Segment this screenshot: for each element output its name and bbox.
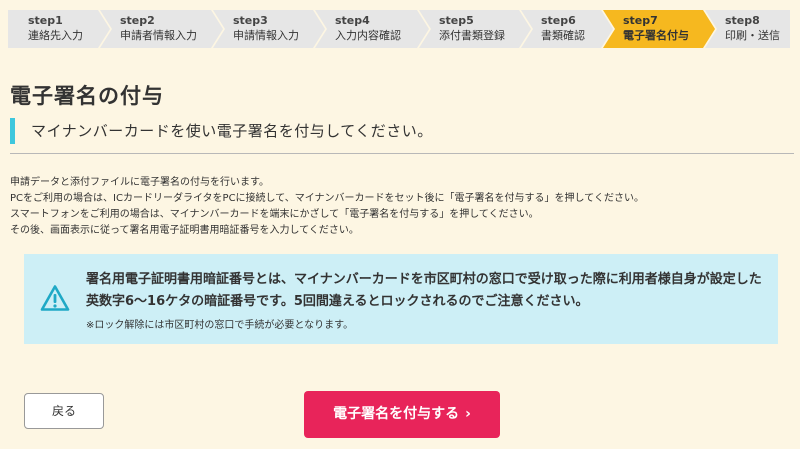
- page-title: 電子署名の付与: [10, 84, 164, 108]
- step-label: 電子署名付与: [623, 29, 689, 42]
- step-3: step3 申請情報入力: [213, 10, 327, 48]
- step-number: step4: [335, 14, 370, 27]
- step-label: 書類確認: [541, 29, 585, 42]
- step-4: step4 入力内容確認: [315, 10, 431, 48]
- step-number: step6: [541, 14, 576, 27]
- warning-icon: [40, 285, 70, 311]
- back-button[interactable]: 戻る: [24, 393, 104, 429]
- step-6: step6 書類確認: [521, 10, 615, 48]
- step-number: step3: [233, 14, 268, 27]
- page-subtitle: マイナンバーカードを使い電子署名を付与してください。: [10, 118, 433, 144]
- step-label: 印刷・送信: [725, 29, 780, 42]
- notice-main-text: 署名用電子証明書用暗証番号とは、マイナンバーカードを市区町村の窓口で受け取った際…: [86, 272, 762, 309]
- step-label: 連絡先入力: [28, 29, 83, 42]
- notice-sub-text: ※ロック解除には市区町村の窓口で手続が必要となります。: [86, 320, 354, 331]
- step-7-current: step7 電子署名付与: [603, 10, 717, 48]
- description: 申請データと添付ファイルに電子署名の付与を行います。 PCをご利用の場合は、IC…: [10, 175, 790, 239]
- step-label: 入力内容確認: [335, 29, 401, 42]
- step-number: step5: [439, 14, 474, 27]
- step-number: step2: [120, 14, 155, 27]
- step-number: step8: [725, 14, 760, 27]
- description-line: 申請データと添付ファイルに電子署名の付与を行います。: [10, 177, 269, 188]
- divider: [10, 153, 794, 154]
- step-8: step8 印刷・送信: [705, 10, 790, 48]
- step-label: 添付書類登録: [439, 29, 505, 42]
- step-1: step1 連絡先入力: [8, 10, 112, 48]
- description-line: PCをご利用の場合は、ICカードリーダライタをPCに接続して、マイナンバーカード…: [10, 193, 644, 204]
- step-5: step5 添付書類登録: [419, 10, 533, 48]
- step-label: 申請情報入力: [233, 29, 299, 42]
- step-2: step2 申請者情報入力: [100, 10, 225, 48]
- step-label: 申請者情報入力: [120, 29, 197, 42]
- step-number: step1: [28, 14, 63, 27]
- chevron-right-icon: ›: [465, 406, 471, 422]
- step-number: step7: [623, 14, 658, 27]
- description-line: スマートフォンをご利用の場合は、マイナンバーカードを端末にかざして「電子署名を付…: [10, 209, 539, 220]
- apply-signature-label: 電子署名を付与する: [333, 406, 460, 422]
- pin-notice-box: 署名用電子証明書用暗証番号とは、マイナンバーカードを市区町村の窓口で受け取った際…: [24, 254, 778, 344]
- apply-signature-button[interactable]: 電子署名を付与する ›: [304, 391, 500, 438]
- step-progress-bar: step1 連絡先入力 step2 申請者情報入力 step3 申請情報入力 s…: [8, 10, 792, 48]
- description-line: その後、画面表示に従って署名用電子証明書用暗証番号を入力してください。: [10, 225, 359, 236]
